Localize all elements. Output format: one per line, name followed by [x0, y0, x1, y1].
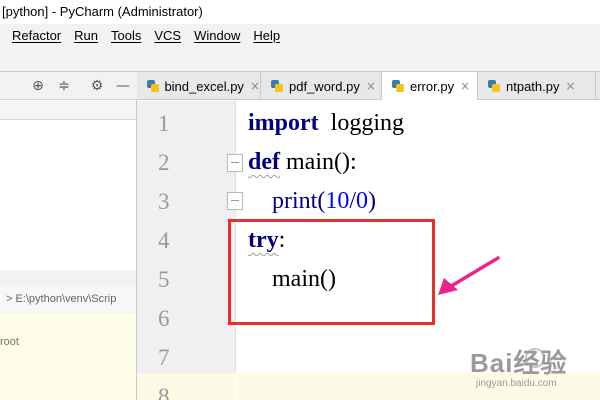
menu-bar: Refactor Run Tools VCS Window Help [0, 24, 600, 46]
tab-error[interactable]: error.py × [382, 72, 478, 100]
collapse-icon[interactable]: ≑ [56, 78, 72, 94]
line-number: 6 [158, 306, 170, 331]
project-selected-area[interactable]: root [0, 314, 136, 400]
code-line-3: print(10/0) [248, 188, 376, 215]
tab-label: bind_excel.py [164, 78, 244, 94]
paren: ) [368, 188, 376, 214]
tab-label: ntpath.py [506, 78, 560, 94]
code-text: main(): [280, 149, 357, 175]
menu-refactor[interactable]: Refactor [12, 28, 61, 43]
minimize-icon[interactable]: — [115, 78, 131, 94]
project-path-row[interactable]: > E:\python\venv\Scrip [0, 285, 136, 313]
close-icon[interactable]: × [250, 79, 260, 93]
watermark-text: Bai经验 [470, 348, 568, 378]
line-number: 2 [158, 150, 170, 175]
number: 10 [325, 188, 350, 214]
navigation-bar [0, 46, 600, 72]
keyword: import [248, 110, 319, 136]
line-number: 5 [158, 267, 170, 292]
code-line-1: import logging [248, 110, 404, 137]
project-panel: ⊕ ≑ ⚙ — > E:\python\venv\Scrip root [0, 72, 137, 400]
close-icon[interactable]: × [366, 79, 376, 93]
close-icon[interactable]: × [566, 79, 576, 93]
annotation-box [228, 219, 435, 325]
code-text: logging [318, 110, 404, 136]
watermark-url: jingyan.baidu.com [476, 378, 557, 389]
gear-icon[interactable]: ⚙ [89, 78, 105, 94]
close-icon[interactable]: × [460, 79, 470, 93]
project-tree[interactable] [0, 120, 136, 270]
project-root-label: root [0, 336, 19, 348]
number: 0 [356, 188, 368, 214]
tab-ntpath[interactable]: ntpath.py × [478, 72, 596, 100]
python-file-icon [390, 78, 406, 94]
menu-run[interactable]: Run [74, 28, 98, 43]
menu-help[interactable]: Help [253, 28, 280, 43]
python-file-icon [486, 78, 502, 94]
tab-bind-excel[interactable]: bind_excel.py × [137, 72, 261, 100]
python-file-icon [145, 78, 160, 94]
line-number: 8 [158, 384, 170, 400]
menu-tools[interactable]: Tools [111, 28, 141, 43]
code-line-2: def main(): [248, 149, 357, 176]
annotation-arrow-icon [438, 256, 500, 295]
line-number: 1 [158, 111, 170, 136]
line-number: 7 [158, 345, 170, 370]
fold-marker-icon[interactable] [227, 154, 243, 172]
keyword: def [248, 149, 280, 175]
tab-label: error.py [410, 78, 455, 94]
line-number: 3 [158, 189, 170, 214]
line-number: 4 [158, 228, 170, 253]
fold-end-marker-icon[interactable] [227, 192, 243, 210]
project-tree-header [0, 100, 136, 120]
python-file-icon [269, 78, 285, 94]
tab-pdf-word[interactable]: pdf_word.py × [261, 72, 382, 100]
editor-tabs: bind_excel.py × pdf_word.py × error.py ×… [137, 72, 600, 100]
menu-vcs[interactable]: VCS [154, 28, 181, 43]
window-title: [python] - PyCharm (Administrator) [2, 4, 203, 19]
title-bar: [python] - PyCharm (Administrator) [0, 0, 600, 24]
tab-label: pdf_word.py [289, 78, 360, 94]
target-icon[interactable]: ⊕ [30, 78, 46, 94]
project-path: > E:\python\venv\Scrip [6, 293, 117, 305]
function-name: print [272, 188, 318, 214]
project-toolbar: ⊕ ≑ ⚙ — [0, 72, 137, 100]
operator: / [349, 188, 356, 214]
menu-window[interactable]: Window [194, 28, 240, 43]
